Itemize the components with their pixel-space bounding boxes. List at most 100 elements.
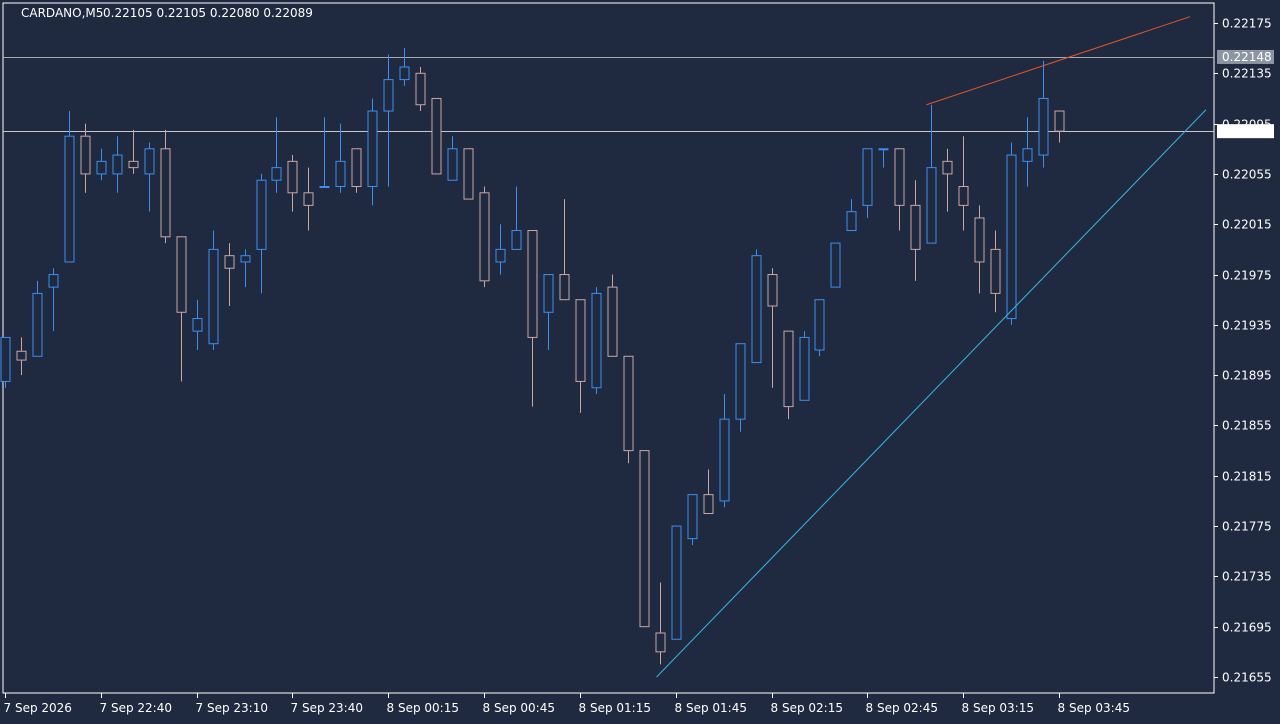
candle[interactable]: [830, 242, 841, 288]
candle[interactable]: [144, 142, 155, 212]
candle[interactable]: [319, 117, 330, 188]
candle[interactable]: [639, 450, 650, 628]
candle[interactable]: [176, 236, 187, 382]
candle-body: [878, 148, 889, 151]
candle-body: [479, 192, 490, 282]
candle[interactable]: [575, 299, 586, 413]
candle[interactable]: [463, 148, 474, 200]
candle[interactable]: [814, 299, 825, 357]
candle[interactable]: [1006, 142, 1017, 325]
candle[interactable]: [271, 117, 282, 193]
candle-body: [527, 230, 538, 338]
candle[interactable]: [862, 148, 873, 218]
candle[interactable]: [479, 186, 490, 288]
candle[interactable]: [719, 394, 730, 508]
candle-body: [910, 204, 921, 250]
candle[interactable]: [495, 224, 506, 275]
candle-body: [830, 242, 841, 288]
candlestick-chart-svg[interactable]: 0.221750.221350.220950.220550.220150.219…: [0, 0, 1280, 720]
candle[interactable]: [511, 186, 522, 250]
candle[interactable]: [703, 469, 714, 514]
candle[interactable]: [687, 494, 698, 545]
candle-body: [799, 336, 810, 401]
candle[interactable]: [128, 129, 139, 174]
candle[interactable]: [287, 155, 298, 212]
candle[interactable]: [160, 129, 171, 244]
candle[interactable]: [32, 280, 43, 357]
candle[interactable]: [415, 67, 426, 112]
candle[interactable]: [351, 148, 362, 193]
candle[interactable]: [591, 287, 602, 395]
candle-body: [687, 494, 698, 540]
candle[interactable]: [878, 148, 889, 168]
candle-body: [543, 274, 554, 313]
candle[interactable]: [96, 148, 107, 181]
price-axis-label: 0.21935: [1222, 319, 1272, 333]
candle[interactable]: [1022, 117, 1033, 187]
candle[interactable]: [367, 98, 378, 206]
candle[interactable]: [192, 299, 203, 350]
candle[interactable]: [974, 205, 985, 294]
candle-body: [990, 248, 1001, 294]
candle-body: [846, 211, 857, 232]
candle-body: [862, 148, 873, 206]
candle-body: [256, 179, 267, 250]
candle-body: [176, 236, 187, 313]
candle[interactable]: [607, 274, 618, 357]
candle[interactable]: [751, 249, 762, 364]
candle[interactable]: [958, 136, 969, 231]
candle[interactable]: [990, 230, 1001, 313]
candle[interactable]: [543, 274, 554, 350]
candle[interactable]: [846, 199, 857, 232]
candle-body: [974, 217, 985, 263]
candle[interactable]: [735, 343, 746, 432]
candle[interactable]: [0, 336, 11, 388]
candle[interactable]: [335, 123, 346, 193]
candle[interactable]: [894, 148, 905, 231]
candle[interactable]: [48, 268, 59, 332]
candle[interactable]: [224, 243, 235, 306]
time-axis-label: 7 Sep 23:10: [196, 701, 268, 715]
candle-body: [719, 418, 730, 502]
candle[interactable]: [80, 123, 91, 193]
time-axis-label: 8 Sep 03:15: [962, 701, 1034, 715]
candle[interactable]: [383, 54, 394, 187]
price-axis-label: 0.21975: [1222, 269, 1272, 283]
candle[interactable]: [16, 337, 27, 376]
candle[interactable]: [256, 173, 267, 294]
candle[interactable]: [112, 136, 123, 193]
candle[interactable]: [208, 230, 219, 350]
candle[interactable]: [799, 331, 810, 401]
candle[interactable]: [240, 249, 251, 288]
candle[interactable]: [926, 104, 937, 244]
candle-body: [591, 292, 602, 389]
price-chart[interactable]: 0.221750.221350.220950.220550.220150.219…: [0, 0, 1280, 720]
candle[interactable]: [783, 330, 794, 420]
time-axis-label: 8 Sep 01:15: [579, 701, 651, 715]
candle[interactable]: [1038, 60, 1049, 168]
candle-body: [1006, 154, 1017, 320]
candle[interactable]: [559, 199, 570, 301]
candle[interactable]: [671, 525, 682, 640]
candle[interactable]: [623, 355, 634, 464]
candle[interactable]: [303, 167, 314, 231]
candle-body: [607, 286, 618, 357]
candle-body: [319, 186, 330, 188]
candle-body: [783, 330, 794, 408]
candle[interactable]: [447, 136, 458, 181]
candle[interactable]: [767, 268, 778, 388]
candle-body: [351, 148, 362, 187]
candle[interactable]: [655, 582, 666, 665]
candle[interactable]: [527, 230, 538, 407]
candle-body: [671, 525, 682, 640]
candle-body: [367, 110, 378, 187]
trendline-resistance[interactable]: [926, 16, 1191, 106]
candle[interactable]: [64, 111, 75, 263]
candle[interactable]: [1054, 110, 1065, 143]
candle[interactable]: [431, 97, 442, 175]
candle-body: [559, 274, 570, 301]
candle[interactable]: [942, 148, 953, 212]
candle-body: [0, 336, 11, 382]
candle[interactable]: [910, 180, 921, 281]
candle[interactable]: [399, 48, 410, 86]
